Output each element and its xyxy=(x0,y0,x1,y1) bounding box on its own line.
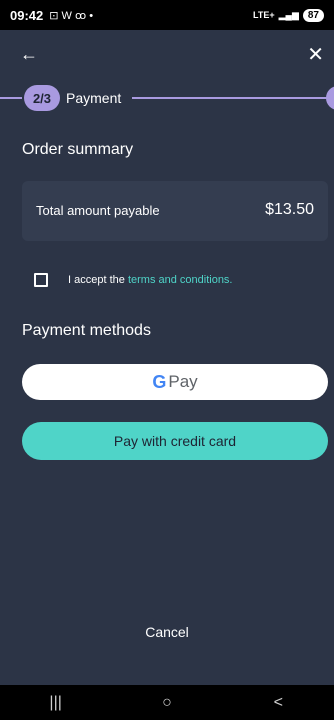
google-pay-button[interactable]: G Pay xyxy=(22,364,328,400)
next-step-dot xyxy=(326,86,334,110)
total-label: Total amount payable xyxy=(36,203,160,218)
network-type-icon: LTE+ xyxy=(253,10,275,20)
payment-methods-title: Payment methods xyxy=(22,322,151,339)
terms-prefix: I accept the xyxy=(68,274,128,286)
status-right: LTE+ ▂▄▆ 87 xyxy=(253,8,324,22)
step-indicator: 2/3 xyxy=(24,85,60,111)
recents-icon[interactable]: ||| xyxy=(36,694,76,712)
stepper-line-right xyxy=(132,97,328,99)
home-icon[interactable]: ○ xyxy=(147,694,187,712)
cancel-button[interactable]: Cancel xyxy=(0,624,334,640)
step-label: Payment xyxy=(66,90,122,106)
order-summary-card: Total amount payable $13.50 xyxy=(22,181,328,241)
header: ← ✕ xyxy=(0,40,334,70)
credit-card-button[interactable]: Pay with credit card xyxy=(22,422,328,460)
status-time: 09:42 xyxy=(10,7,44,23)
checkout-stepper: 2/3 Payment xyxy=(0,85,334,111)
stepper-line-left xyxy=(0,97,22,99)
google-g-icon: G xyxy=(152,371,167,392)
payment-screen: 09:42 ⊡ W ꝏ • LTE+ ▂▄▆ 87 ← ✕ 2/3 Paymen… xyxy=(0,0,334,720)
total-value: $13.50 xyxy=(265,201,314,218)
terms-checkbox[interactable] xyxy=(34,273,48,287)
status-bar: 09:42 ⊡ W ꝏ • LTE+ ▂▄▆ 87 xyxy=(0,0,334,30)
back-arrow-icon[interactable]: ← xyxy=(20,44,38,65)
terms-row: I accept the terms and conditions. xyxy=(34,273,233,287)
google-pay-label: Pay xyxy=(168,372,198,391)
signal-icon: ▂▄▆ xyxy=(278,9,299,20)
back-icon[interactable]: < xyxy=(258,694,298,712)
status-notification-icons: ⊡ W ꝏ • xyxy=(49,9,94,22)
status-left: 09:42 ⊡ W ꝏ • xyxy=(10,8,93,23)
terms-link[interactable]: terms and conditions. xyxy=(128,274,233,286)
system-nav-bar: ||| ○ < xyxy=(0,685,334,720)
terms-text: I accept the terms and conditions. xyxy=(68,274,233,286)
close-icon[interactable]: ✕ xyxy=(307,42,324,67)
order-summary-title: Order summary xyxy=(22,141,134,158)
battery-icon: 87 xyxy=(302,8,324,22)
